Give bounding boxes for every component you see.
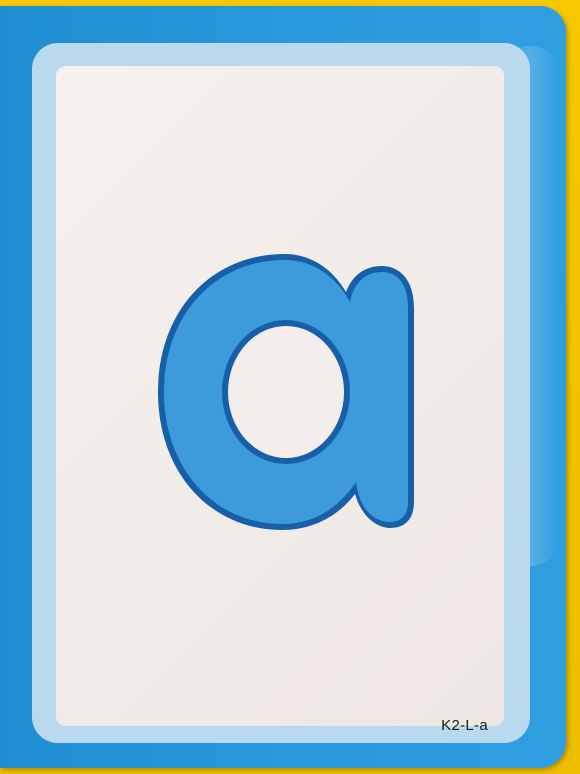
letter-a-shape [158,254,414,530]
flash-card: K2-L-a [0,6,566,768]
scene-background: K2-L-a [0,0,580,774]
letter-a-graphic [158,254,414,530]
card-code-label: K2-L-a [441,717,488,734]
